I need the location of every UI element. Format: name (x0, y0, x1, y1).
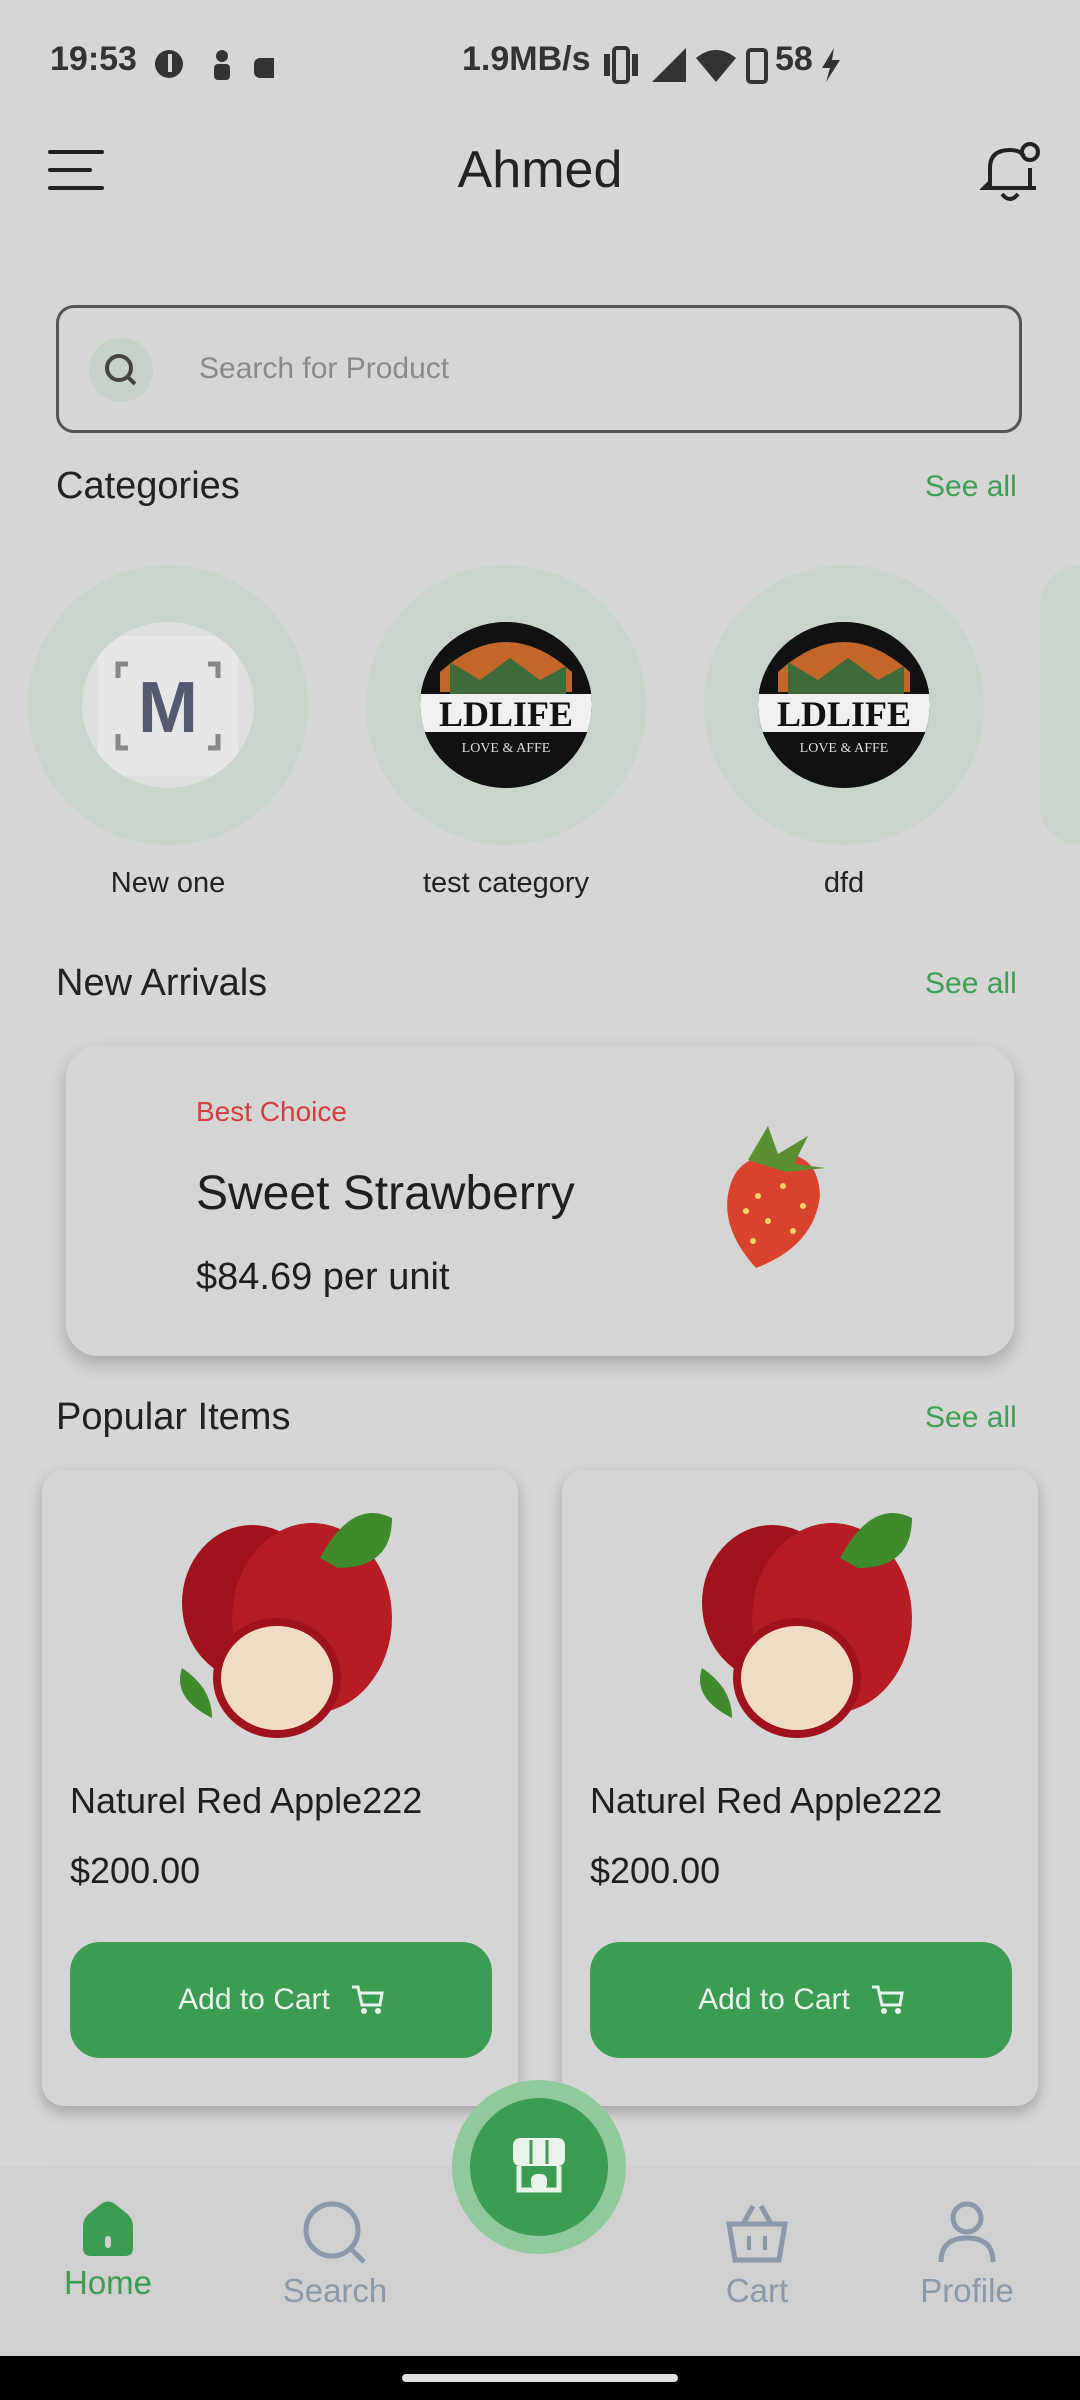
arrival-product-price: $84.69 per unit (196, 1256, 450, 1298)
arrival-tag: Best Choice (196, 1096, 347, 1127)
add-to-cart-label: Add to Cart (698, 1983, 850, 2016)
svg-text:LOVE & AFFE: LOVE & AFFE (800, 741, 889, 756)
nav-profile[interactable]: Profile (892, 2200, 1042, 2310)
add-to-cart-label: Add to Cart (178, 1983, 330, 2016)
cart-icon (871, 1985, 904, 2014)
svg-text:LDLIFE: LDLIFE (777, 694, 911, 734)
new-arrivals-see-all-link[interactable]: See all (925, 967, 1017, 1001)
search-icon (303, 2201, 366, 2264)
charging-icon (822, 48, 840, 82)
nav-cart[interactable]: Cart (682, 2200, 832, 2310)
category-item-partial[interactable] (1040, 565, 1080, 845)
home-gesture-pill[interactable] (402, 2374, 678, 2382)
category-image: LDLIFE LOVE & AFFE (420, 622, 592, 788)
category-item[interactable]: M (28, 565, 308, 845)
cart-icon (351, 1985, 384, 2014)
search-placeholder: Search for Product (199, 352, 450, 385)
nav-cart-label: Cart (725, 2272, 789, 2309)
categories-title: Categories (56, 465, 240, 507)
bell-icon[interactable] (980, 138, 1040, 206)
nav-profile-label: Profile (920, 2272, 1014, 2309)
new-arrivals-title: New Arrivals (56, 962, 268, 1004)
svg-text:M: M (138, 668, 198, 748)
nav-home[interactable]: Home (33, 2200, 183, 2302)
strawberry-image (727, 1126, 826, 1268)
categories-see-all-link[interactable]: See all (925, 470, 1017, 504)
product-price: $200.00 (590, 1850, 721, 1891)
search-icon (89, 338, 153, 402)
status-battery-level: 58 (775, 40, 813, 78)
product-card[interactable]: Naturel Red Apple222 $200.00 Add to Cart (562, 1470, 1038, 2106)
product-name: Naturel Red Apple222 (70, 1780, 423, 1821)
basket-icon (726, 2204, 788, 2263)
product-name: Naturel Red Apple222 (590, 1780, 943, 1821)
store-icon (513, 2138, 565, 2193)
profile-icon (938, 2201, 996, 2263)
category-image: M (82, 622, 254, 788)
category-label: New one (110, 867, 226, 899)
search-input[interactable]: Search for Product (56, 305, 1022, 433)
status-network-speed: 1.9MB/s (462, 40, 591, 78)
store-button[interactable] (470, 2098, 608, 2236)
category-item[interactable]: LDLIFE LOVE & AFFE (366, 565, 646, 845)
apple-image (180, 1513, 392, 1738)
add-to-cart-button[interactable]: Add to Cart (70, 1942, 492, 2058)
category-label: dfd (823, 867, 865, 899)
product-price: $200.00 (70, 1850, 201, 1891)
status-time: 19:53 (50, 40, 137, 78)
status-notification-icons (155, 50, 274, 80)
popular-items-see-all-link[interactable]: See all (925, 1401, 1017, 1435)
product-card[interactable]: Naturel Red Apple222 $200.00 Add to Cart (42, 1470, 518, 2106)
category-item[interactable]: LDLIFE LOVE & AFFE (704, 565, 984, 845)
new-arrival-card[interactable]: Best Choice Sweet Strawberry $84.69 per … (66, 1046, 1014, 1356)
apple-image (700, 1513, 912, 1738)
nav-search[interactable]: Search (260, 2200, 410, 2310)
home-icon (83, 2201, 133, 2256)
svg-text:LDLIFE: LDLIFE (439, 694, 573, 734)
category-image: LDLIFE LOVE & AFFE (758, 622, 930, 788)
add-to-cart-button[interactable]: Add to Cart (590, 1942, 1012, 2058)
page-title: Ahmed (457, 141, 623, 199)
category-label: test category (422, 867, 590, 899)
svg-text:LOVE & AFFE: LOVE & AFFE (462, 741, 551, 756)
nav-home-label: Home (63, 2264, 153, 2301)
status-signal-icons (604, 46, 768, 84)
popular-items-title: Popular Items (56, 1396, 291, 1438)
arrival-product-name: Sweet Strawberry (196, 1167, 575, 1220)
status-bar: 19:53 1.9MB/s 58 (0, 0, 1080, 130)
nav-search-label: Search (282, 2272, 388, 2309)
